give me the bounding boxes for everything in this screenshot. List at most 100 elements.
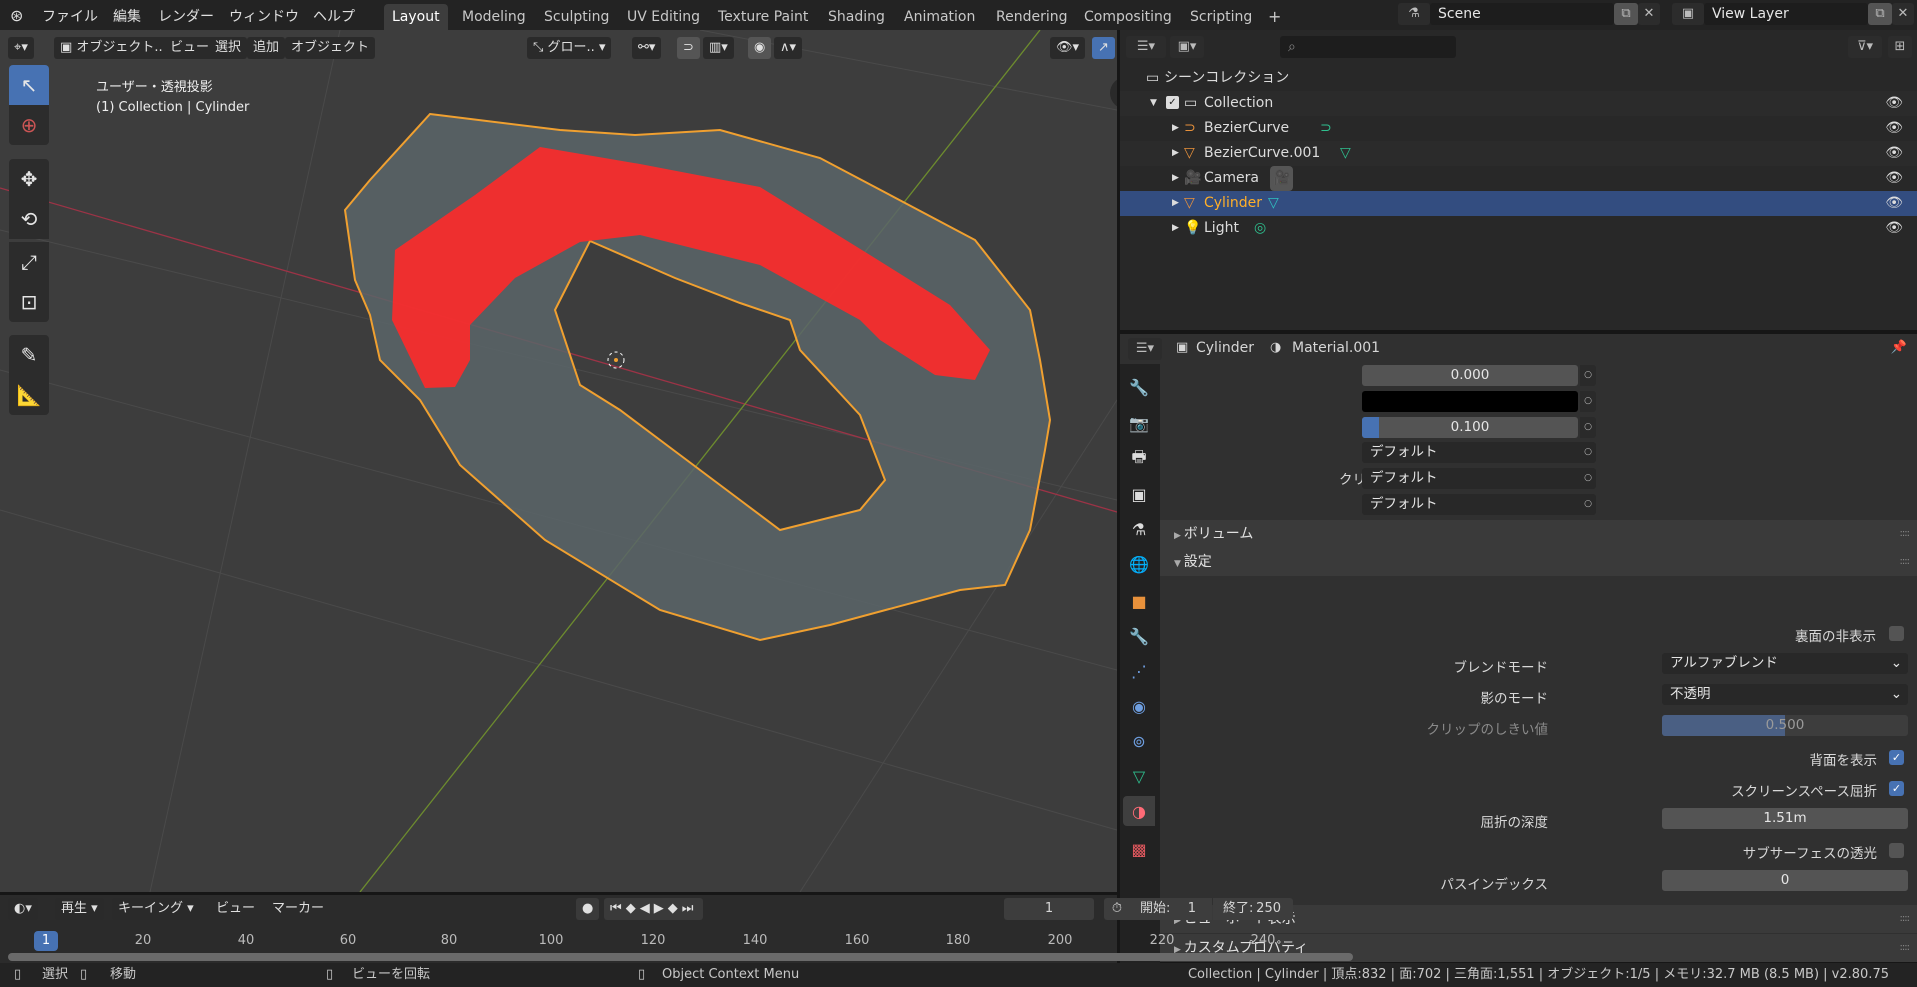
menu-window[interactable]: ウィンドウ — [229, 6, 299, 26]
outliner-filter-view-icon[interactable]: ▣▾ — [1170, 36, 1204, 58]
menu-select[interactable]: 選択 — [209, 37, 248, 59]
eye-icon[interactable]: 👁 — [1885, 91, 1903, 116]
scene-selector-icon[interactable]: ⚗ — [1398, 3, 1430, 25]
keyframe-dot-icon[interactable]: ○ — [1580, 391, 1596, 412]
tangent-field[interactable]: デフォルト — [1362, 494, 1596, 515]
copy-view-layer-icon[interactable]: ⧉ — [1868, 3, 1892, 25]
next-keyframe-icon[interactable]: ◆ — [668, 901, 682, 916]
backface-culling-checkbox[interactable] — [1889, 626, 1904, 641]
copy-scene-icon[interactable]: ⧉ — [1614, 3, 1638, 25]
jump-end-icon[interactable]: ⏭ — [682, 901, 698, 916]
object-tab-icon[interactable]: ■ — [1123, 586, 1155, 616]
menu-add[interactable]: 追加 — [247, 37, 286, 59]
menu-marker[interactable]: マーカー — [266, 898, 330, 920]
alpha-slider[interactable]: 0.100 — [1362, 417, 1578, 438]
tool-tab-icon[interactable]: 🔧 — [1123, 372, 1155, 402]
scene-name-field[interactable]: Scene — [1430, 3, 1614, 25]
ss-refraction-checkbox[interactable]: ✓ — [1889, 781, 1904, 796]
mode-dropdown[interactable]: ▣ オブジェクト.. ▾ — [54, 37, 180, 59]
expand-icon[interactable]: ▶ — [1172, 116, 1179, 141]
normal-field[interactable]: デフォルト — [1362, 442, 1596, 463]
transmission-roughness-field[interactable]: 0.000 — [1362, 365, 1578, 386]
sss-translucency-checkbox[interactable] — [1889, 843, 1904, 858]
eye-icon[interactable]: 👁 — [1885, 191, 1903, 216]
expand-icon[interactable]: ▼ — [1150, 91, 1157, 116]
timeline-scrollbar[interactable] — [8, 953, 1353, 961]
snap-target-icon[interactable]: ▥▾ — [703, 37, 734, 59]
pin-icon[interactable]: 📌 — [1891, 340, 1907, 355]
delete-scene-icon[interactable]: ✕ — [1638, 3, 1660, 25]
falloff-icon[interactable]: ∧▾ — [774, 37, 803, 59]
proportional-edit-icon[interactable]: ◉ — [748, 37, 772, 59]
particles-tab-icon[interactable]: ⋰ — [1123, 656, 1155, 686]
eye-icon[interactable]: 👁 — [1885, 116, 1903, 141]
texture-tab-icon[interactable]: ▩ — [1123, 834, 1155, 864]
play-reverse-icon[interactable]: ◀ — [640, 901, 654, 916]
settings-section-header[interactable]: ▼ 設定:::: — [1160, 548, 1917, 576]
start-frame-field[interactable]: 開始: 1 — [1130, 898, 1212, 920]
clearcoat-normal-field[interactable]: デフォルト — [1362, 468, 1596, 489]
refraction-depth-field[interactable]: 1.51m — [1662, 808, 1908, 829]
tab-modeling[interactable]: Modeling — [454, 4, 534, 30]
tab-compositing[interactable]: Compositing — [1076, 4, 1180, 30]
select-box-tool-icon[interactable]: ↖ — [9, 65, 49, 105]
add-workspace-button[interactable]: + — [1260, 4, 1289, 30]
scene-collection-row[interactable]: ▭ シーンコレクション — [1120, 66, 1917, 91]
collection-checkbox[interactable]: ✓ — [1166, 96, 1179, 109]
outliner-item-selected[interactable]: ▶ ▽ Cylinder ▽ 👁 — [1120, 191, 1917, 216]
measure-tool-icon[interactable]: 📐 — [9, 375, 49, 415]
eye-icon[interactable]: 👁 — [1885, 216, 1903, 241]
show-backface-checkbox[interactable]: ✓ — [1889, 750, 1904, 765]
tab-rendering[interactable]: Rendering — [988, 4, 1076, 30]
annotate-tool-icon[interactable]: ✎ — [9, 335, 49, 375]
timeline-editor-type-icon[interactable]: ◐▾ — [8, 898, 38, 920]
menu-object[interactable]: オブジェクト — [285, 37, 376, 59]
menu-file[interactable]: ファイル — [42, 6, 98, 26]
clip-threshold-slider[interactable]: 0.500 — [1662, 715, 1908, 736]
render-tab-icon[interactable]: 📷 — [1123, 408, 1155, 438]
tab-uv-editing[interactable]: UV Editing — [619, 4, 708, 30]
tab-sculpting[interactable]: Sculpting — [536, 4, 617, 30]
move-tool-icon[interactable]: ✥ — [9, 159, 49, 199]
jump-start-icon[interactable]: ⏮ — [610, 901, 626, 916]
outliner-item[interactable]: ▶ 💡 Light ◎ 👁 — [1120, 216, 1917, 241]
view-layer-tab-icon[interactable]: ▣ — [1123, 479, 1155, 509]
outliner-display-mode-icon[interactable]: ☰▾ — [1126, 36, 1166, 58]
keyframe-dot-icon[interactable]: ○ — [1580, 442, 1596, 463]
record-icon[interactable]: ● — [576, 898, 600, 920]
end-frame-field[interactable]: 終了: 250 — [1213, 898, 1293, 920]
3d-viewport[interactable]: ⌖▾ ▣ オブジェクト.. ▾ ビュー 選択 追加 オブジェクト ⤡ グロー..… — [0, 30, 1117, 892]
pivot-point-icon[interactable]: ⚯▾ — [632, 37, 662, 59]
tab-animation[interactable]: Animation — [896, 4, 983, 30]
rotate-tool-icon[interactable]: ⟲ — [9, 199, 49, 239]
scale-tool-icon[interactable]: ⤢ — [9, 242, 49, 282]
menu-playback[interactable]: 再生 ▾ — [55, 898, 104, 920]
outliner-item[interactable]: ▶ ⊃ BezierCurve ⊃ 👁 — [1120, 116, 1917, 141]
world-tab-icon[interactable]: 🌐 — [1123, 549, 1155, 579]
keyframe-dot-icon[interactable]: ○ — [1580, 417, 1596, 438]
prev-keyframe-icon[interactable]: ◆ — [626, 901, 640, 916]
material-tab-icon[interactable]: ◑ — [1123, 796, 1155, 826]
keyframe-dot-icon[interactable]: ○ — [1580, 494, 1596, 515]
editor-type-icon[interactable]: ☰▾ — [1128, 338, 1162, 360]
current-frame-field[interactable]: 1 — [1004, 898, 1094, 920]
expand-icon[interactable]: ▶ — [1172, 216, 1179, 241]
outliner-item[interactable]: ▶ ▽ BezierCurve.001 ▽ 👁 — [1120, 141, 1917, 166]
pass-index-field[interactable]: 0 — [1662, 870, 1908, 891]
blend-mode-dropdown[interactable]: アルファブレンド ⌄ — [1662, 653, 1908, 674]
outliner-item[interactable]: ▶ 🎥 Camera 🎥 👁 — [1120, 166, 1917, 191]
modifier-tab-icon[interactable]: 🔧 — [1123, 621, 1155, 651]
eye-icon[interactable]: 👁 — [1885, 166, 1903, 191]
keyframe-dot-icon[interactable]: ○ — [1580, 468, 1596, 489]
view-layer-name-field[interactable]: View Layer — [1704, 3, 1868, 25]
tab-shading[interactable]: Shading — [820, 4, 893, 30]
playhead[interactable]: 1 — [34, 931, 58, 951]
menu-timeline-view[interactable]: ビュー — [210, 898, 261, 920]
scene-tab-icon[interactable]: ⚗ — [1123, 514, 1155, 544]
expand-icon[interactable]: ▶ — [1172, 166, 1179, 191]
constraints-tab-icon[interactable]: ⊚ — [1123, 726, 1155, 756]
physics-tab-icon[interactable]: ◉ — [1123, 691, 1155, 721]
editor-type-button[interactable]: ⌖▾ — [8, 37, 34, 59]
menu-render[interactable]: レンダー — [158, 6, 214, 26]
transform-orientation-dropdown[interactable]: ⤡ グロー.. ▾ — [527, 37, 612, 59]
